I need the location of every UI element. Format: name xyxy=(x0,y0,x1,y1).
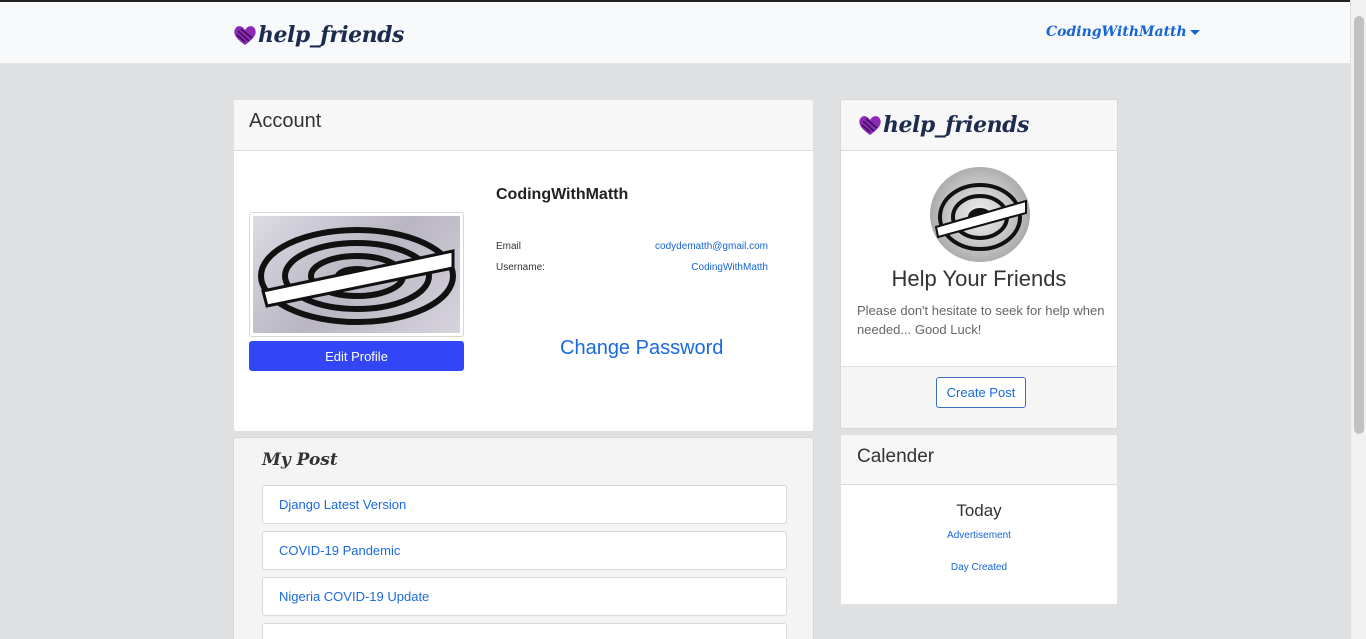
help-body: Help Your Friends Please don't hesitate … xyxy=(841,151,1117,367)
help-brand-name: help_friends xyxy=(883,112,1029,138)
day-created-link[interactable]: Day Created xyxy=(841,562,1117,573)
heart-icon xyxy=(859,116,881,135)
calendar-card: Calender Today Advertisement Day Created xyxy=(840,434,1118,605)
edit-profile-button[interactable]: Edit Profile xyxy=(249,341,464,371)
email-row: Email codydematth@gmail.com xyxy=(496,241,768,252)
help-card: help_friends Help Your Friends Please do… xyxy=(840,99,1118,429)
post-item[interactable]: Django Latest Version xyxy=(262,485,787,524)
caret-down-icon xyxy=(1189,29,1200,35)
post-item[interactable]: Nigeria COVID-19 Update xyxy=(262,577,787,616)
advertisement-link[interactable]: Advertisement xyxy=(841,530,1117,541)
help-header: help_friends xyxy=(841,100,1117,151)
calendar-header: Calender xyxy=(841,435,1117,485)
profile-image xyxy=(253,216,460,333)
post-item[interactable] xyxy=(262,623,787,639)
help-text: Please don't hesitate to seek for help w… xyxy=(857,303,1105,337)
email-label: Email xyxy=(496,241,522,252)
my-post-title: My Post xyxy=(262,450,338,470)
heart-icon xyxy=(234,26,256,45)
brand-logo[interactable]: help_friends xyxy=(232,20,404,50)
create-post-button[interactable]: Create Post xyxy=(936,377,1026,408)
username-row: Username: CodingWithMatth xyxy=(496,262,768,273)
profile-avatar xyxy=(249,212,464,337)
help-avatar xyxy=(930,167,1030,262)
post-item[interactable]: COVID-19 Pandemic xyxy=(262,531,787,570)
change-password-link[interactable]: Change Password xyxy=(560,337,723,360)
scrollbar[interactable] xyxy=(1350,0,1366,639)
help-title: Help Your Friends xyxy=(891,266,1067,291)
my-post-card: My Post Django Latest Version COVID-19 P… xyxy=(233,437,814,639)
profile-name: CodingWithMatth xyxy=(496,186,629,203)
today-label: Today xyxy=(956,501,1002,520)
brand-name: help_friends xyxy=(258,22,404,48)
username-label: Username: xyxy=(496,262,545,273)
email-value[interactable]: codydematth@gmail.com xyxy=(655,241,768,252)
account-header: Account xyxy=(234,100,813,151)
account-card: Account Edit Profile CodingWithMatth Ema… xyxy=(233,99,814,432)
logo-image xyxy=(934,183,1027,251)
user-dropdown-label: CodingWithMatth xyxy=(1046,24,1187,40)
navbar: help_friends CodingWithMatth xyxy=(0,2,1350,64)
scrollbar-thumb[interactable] xyxy=(1354,16,1364,434)
user-dropdown[interactable]: CodingWithMatth xyxy=(1046,24,1200,40)
username-value[interactable]: CodingWithMatth xyxy=(691,262,768,273)
logo-image xyxy=(258,227,456,325)
